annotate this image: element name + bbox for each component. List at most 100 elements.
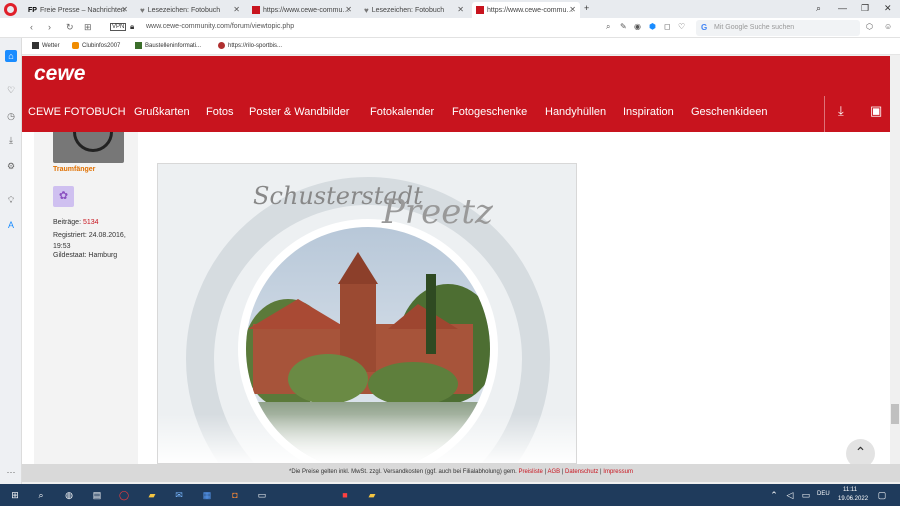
- user-state: Gildestaat: Hamburg: [53, 252, 118, 259]
- site-icon: [218, 42, 225, 49]
- download-icon[interactable]: ⤓: [838, 103, 844, 119]
- minimize-icon[interactable]: —: [838, 3, 847, 13]
- app-icon[interactable]: ▤: [91, 489, 103, 501]
- word-icon[interactable]: ▦: [201, 489, 213, 501]
- nav-grusskarten[interactable]: Grußkarten: [134, 106, 190, 118]
- lightbulb-icon[interactable]: 💡︎: [5, 194, 17, 206]
- bookmark-rilo[interactable]: https://rilo-sportbis...: [218, 42, 282, 49]
- clock-time[interactable]: 11:11: [843, 487, 857, 493]
- close-tab-icon[interactable]: ✕: [233, 5, 240, 14]
- freie-presse-favicon-icon: FP: [28, 6, 37, 14]
- heart-icon[interactable]: ♡: [5, 84, 17, 96]
- new-tab-button[interactable]: +: [584, 3, 589, 13]
- search-tabs-icon[interactable]: ⌕: [816, 3, 821, 14]
- browser-tab-strip: FP Freie Presse – Nachrichten ✕ ♥ Leseze…: [0, 0, 900, 18]
- forum-content: Traumfänger ✿ Beiträge: 5134 Registriert…: [22, 132, 890, 464]
- mail-icon[interactable]: ✉: [173, 489, 185, 501]
- nav-geschenkideen[interactable]: Geschenkideen: [691, 106, 767, 118]
- tiles-icon[interactable]: ⊞: [84, 22, 92, 33]
- notifications-icon[interactable]: ▢: [876, 489, 888, 501]
- app-icon[interactable]: ◘: [229, 489, 241, 501]
- opera-logo-icon[interactable]: [4, 3, 17, 16]
- shield-icon[interactable]: ⬢: [649, 22, 656, 31]
- close-tab-icon[interactable]: ✕: [121, 5, 128, 14]
- settings-icon[interactable]: ⚙: [5, 160, 17, 172]
- translate-icon[interactable]: ✎: [620, 22, 627, 31]
- nav-inspiration[interactable]: Inspiration: [623, 106, 674, 118]
- datenschutz-link[interactable]: Datenschutz: [565, 469, 598, 475]
- more-icon[interactable]: ⋯: [5, 466, 17, 478]
- reload-icon[interactable]: ↻: [66, 22, 74, 33]
- agb-link[interactable]: AGB: [547, 469, 560, 475]
- browser-tab[interactable]: https://www.cewe-commu… ✕: [248, 2, 356, 18]
- home-icon[interactable]: ⌂: [5, 50, 17, 62]
- close-tab-icon[interactable]: ✕: [345, 5, 352, 14]
- lock-icon[interactable]: 🔒︎: [130, 22, 134, 32]
- forward-icon[interactable]: ›: [48, 22, 51, 32]
- nav-fotogeschenke[interactable]: Fotogeschenke: [452, 106, 527, 118]
- nav-fotos[interactable]: Fotos: [206, 106, 234, 118]
- bookmark-clubinfos[interactable]: Clubinfos2007: [72, 42, 120, 49]
- shop-icon[interactable]: ▣: [870, 103, 882, 119]
- close-tab-icon[interactable]: ✕: [569, 5, 576, 14]
- preisliste-link[interactable]: Preisliste: [519, 469, 543, 475]
- registered-date: Registriert: 24.08.2016, 19:53: [53, 232, 126, 250]
- cube-icon[interactable]: ⬡: [866, 22, 873, 31]
- heart-icon: ♥: [364, 5, 369, 15]
- opera-taskbar-icon[interactable]: ◯: [118, 489, 130, 501]
- browser-tab-active[interactable]: https://www.cewe-commu… ✕: [472, 2, 580, 18]
- translate-icon[interactable]: A: [5, 219, 17, 231]
- close-tab-icon[interactable]: ✕: [457, 5, 464, 14]
- nav-poster[interactable]: Poster & Wandbilder: [249, 106, 349, 118]
- cewe-logo[interactable]: cewe: [34, 62, 85, 86]
- cewe-app-icon[interactable]: ■: [339, 489, 351, 501]
- network-icon[interactable]: ▭: [800, 489, 812, 501]
- heart-outline-icon[interactable]: ♡: [678, 22, 685, 31]
- app-icon[interactable]: ▭: [256, 489, 268, 501]
- easy-setup-icon[interactable]: ☺: [884, 22, 892, 31]
- back-icon[interactable]: ‹: [30, 22, 33, 32]
- vpn-badge[interactable]: VPN: [110, 23, 127, 31]
- avatar[interactable]: [53, 132, 124, 163]
- bookmark-icon[interactable]: ◻: [664, 22, 671, 31]
- close-window-icon[interactable]: ✕: [884, 3, 892, 14]
- clock-date[interactable]: 19.06.2022: [838, 496, 868, 502]
- camera-icon[interactable]: ◉: [634, 22, 641, 31]
- windows-start-icon[interactable]: ⊞: [9, 489, 21, 501]
- nav-fotokalender[interactable]: Fotokalender: [370, 106, 434, 118]
- browser-tab[interactable]: ♥ Lesezeichen: Fotobuch ✕: [136, 2, 244, 18]
- browser-tab[interactable]: FP Freie Presse – Nachrichten ✕: [24, 2, 132, 18]
- folder-icon[interactable]: ▰: [366, 489, 378, 501]
- nav-handyhuellen[interactable]: Handyhüllen: [545, 106, 606, 118]
- windows-taskbar: ⊞ ⌕ ◍ ▤ ◯ ▰ ✉ ▦ ◘ ▭ ■ ▰ ⌃ ◁ ▭ DEU 11:11 …: [0, 484, 900, 506]
- cewe-favicon-icon: [252, 6, 260, 14]
- app-icon[interactable]: ◍: [63, 489, 75, 501]
- browser-tab[interactable]: ♥ Lesezeichen: Fotobuch ✕: [360, 2, 468, 18]
- username-link[interactable]: Traumfänger: [53, 166, 95, 173]
- search-page-icon[interactable]: ⌕: [606, 22, 610, 32]
- search-icon[interactable]: ⌕: [35, 489, 47, 501]
- maximize-icon[interactable]: ❐: [861, 3, 869, 14]
- user-profile-panel: Traumfänger ✿ Beiträge: 5134 Registriert…: [34, 132, 138, 464]
- image-title-2: Preetz: [382, 192, 493, 232]
- url-field[interactable]: www.cewe-community.com/forum/viewtopic.p…: [146, 23, 294, 30]
- price-footer: *Die Preise gelten inkl. MwSt. zzgl. Ver…: [22, 464, 900, 482]
- posts-count-link[interactable]: 5134: [83, 219, 99, 226]
- download-icon[interactable]: ⤓: [5, 134, 17, 146]
- scrollbar-thumb[interactable]: [891, 404, 899, 424]
- impressum-link[interactable]: Impressum: [603, 469, 633, 475]
- cewe-favicon-icon: [476, 6, 484, 14]
- post-image[interactable]: Schusterstadt Preetz: [157, 163, 577, 464]
- search-input[interactable]: G Mit Google Suche suchen: [696, 20, 860, 36]
- language-indicator[interactable]: DEU: [817, 491, 830, 497]
- history-icon[interactable]: ◷: [5, 110, 17, 122]
- site-header: cewe CEWE FOTOBUCH Grußkarten Fotos Post…: [22, 56, 890, 132]
- nav-cewe-fotobuch[interactable]: CEWE FOTOBUCH: [28, 106, 126, 118]
- chevron-up-icon: ⌃: [854, 444, 867, 460]
- bookmark-wetter[interactable]: Wetter: [32, 42, 60, 49]
- rank-badge-icon: ✿: [53, 186, 74, 207]
- volume-icon[interactable]: ◁: [784, 489, 796, 501]
- file-explorer-icon[interactable]: ▰: [146, 489, 158, 501]
- bookmark-baustellen[interactable]: Baustelleninformati...: [135, 42, 201, 49]
- chevron-up-icon[interactable]: ⌃: [768, 489, 780, 501]
